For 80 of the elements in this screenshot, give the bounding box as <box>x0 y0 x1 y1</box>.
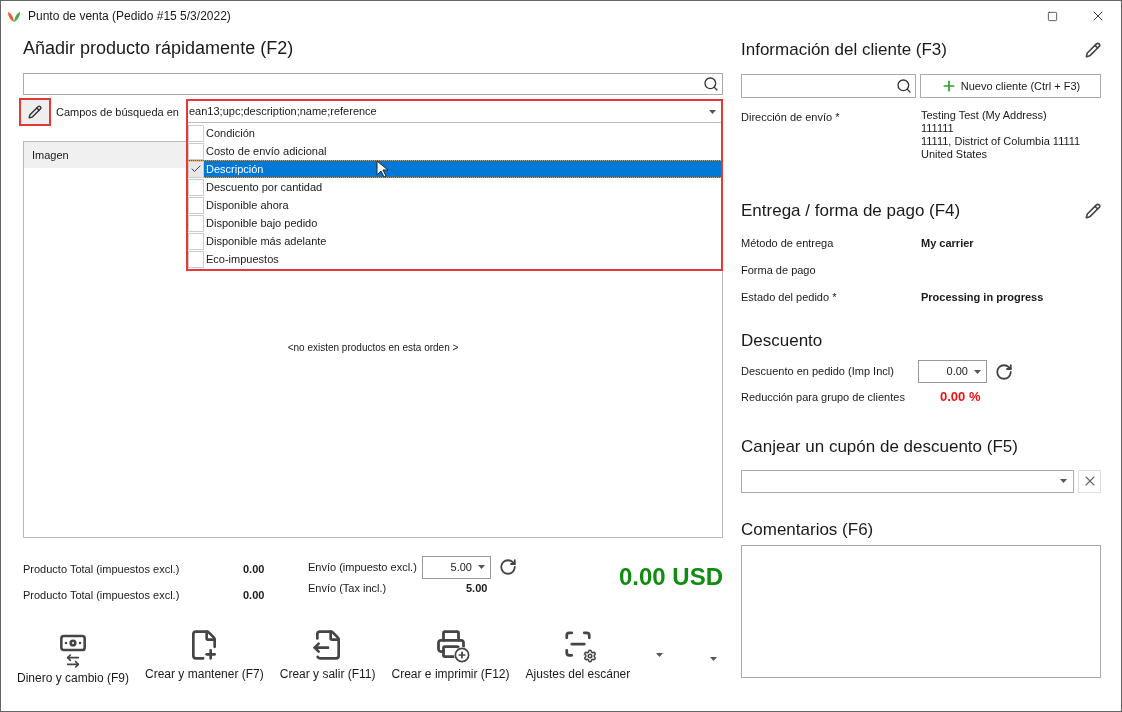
maximize-icon <box>1046 10 1058 22</box>
reduction-value: 0.00 % <box>940 388 981 406</box>
customer-search-field[interactable] <box>741 74 916 98</box>
action-button[interactable]: Crear e imprimir (F12) <box>383 629 518 683</box>
empty-message: <no existen productos en esta orden > <box>287 341 459 355</box>
field-label: Forma de pago <box>741 263 817 279</box>
field-value: Processing in progress <box>921 290 1044 306</box>
option-checkbox[interactable] <box>188 160 204 178</box>
shipping-value: 5.00 <box>466 580 488 596</box>
edit-fields-button[interactable] <box>19 98 51 126</box>
action-button[interactable]: Crear y salir (F11) <box>271 629 384 683</box>
check-icon <box>190 163 202 175</box>
address-line: Testing Test (My Address) <box>921 109 1048 122</box>
dropdown-caret-icon <box>974 369 981 374</box>
dropdown-value: ean13;upc;description;name;reference <box>189 104 378 120</box>
address-line: 111111 <box>921 122 955 135</box>
discount-dropdown[interactable]: 0.00 <box>918 360 987 383</box>
field-option[interactable]: Eco-impuestos <box>188 250 721 268</box>
field-option[interactable]: Condición <box>188 124 721 142</box>
address-line: United States <box>921 148 989 161</box>
leaf-logo-icon <box>7 9 21 23</box>
action-button[interactable]: Dinero y cambio (F9) <box>9 629 138 683</box>
search-icon <box>703 76 719 92</box>
clear-button[interactable] <box>1078 469 1101 493</box>
product-search-field[interactable] <box>23 73 723 95</box>
total-value: 0.00 <box>243 587 265 603</box>
field-label: Estado del pedido * <box>741 290 838 306</box>
action-button[interactable]: Crear y mantener (F7) <box>137 629 272 683</box>
address-line: 11111, District of Columbia 11111 <box>921 135 1081 148</box>
field-option[interactable]: Disponible más adelante <box>188 232 721 250</box>
new-customer-button[interactable]: Nuevo cliente (Ctrl + F3) <box>920 74 1101 98</box>
refresh-icon[interactable] <box>499 558 517 576</box>
shipping-label: Envío (Tax incl.) <box>308 580 388 596</box>
option-checkbox[interactable] <box>188 124 204 142</box>
total-label: Producto Total (impuestos excl.) <box>23 561 181 577</box>
field-option[interactable]: Descuento por cantidad <box>188 178 721 196</box>
option-checkbox[interactable] <box>188 214 204 232</box>
field-option[interactable]: Disponible ahora <box>188 196 721 214</box>
section-title: Canjear un cupón de descuento (F5) <box>741 435 1019 458</box>
section-title: Añadir producto rápidamente (F2) <box>23 37 295 60</box>
option-checkbox[interactable] <box>188 178 204 196</box>
shipping-dropdown[interactable]: 5.00 <box>422 555 491 579</box>
dropdown-caret-icon <box>478 565 485 569</box>
search-fields-dropdown[interactable]: ean13;upc;description;name;reference Condición Costo de envío adicional Descripción Descuento por cantidad Disponible ahora Disponible bajo pedido Disponible más adelante Eco-impuestos <box>186 99 723 271</box>
field-label: Dirección de envío * <box>741 110 841 125</box>
action-button[interactable]: Ajustes del escáner <box>517 629 639 683</box>
section-title: Entrega / forma de pago (F4) <box>741 200 961 223</box>
option-checkbox[interactable] <box>188 196 204 214</box>
dropdown-caret-icon <box>709 109 716 114</box>
edit-icon[interactable] <box>1085 42 1101 58</box>
field-option[interactable]: Disponible bajo pedido <box>188 214 721 232</box>
field-label: Descuento en pedido (Imp Incl) <box>741 364 895 380</box>
option-checkbox[interactable] <box>188 142 204 160</box>
search-icon <box>896 78 912 94</box>
field-value: My carrier <box>921 236 974 252</box>
field-label: Método de entrega <box>741 236 835 252</box>
total-label: Producto Total (impuestos excl.) <box>23 587 181 603</box>
pencil-icon <box>28 105 42 119</box>
column-header[interactable]: Imagen <box>24 146 77 164</box>
field-option[interactable]: Costo de envío adicional <box>188 142 721 160</box>
mouse-pointer-icon <box>376 160 388 178</box>
dropdown-caret-icon <box>1060 479 1067 483</box>
search-fields-label: Campos de búsqueda en <box>56 104 179 120</box>
field-label: Reducción para grupo de clientes <box>741 389 906 405</box>
section-title: Descuento <box>741 330 824 352</box>
window-title: Punto de venta (Pedido #15 5/3/2022) <box>28 8 231 25</box>
field-option[interactable]: Descripción <box>188 160 721 178</box>
grand-total: 0.00 USD <box>618 562 723 592</box>
section-title: Información del cliente (F3) <box>741 39 947 62</box>
edit-icon[interactable] <box>1085 203 1101 219</box>
more-caret-icon <box>710 657 717 661</box>
comments-field[interactable] <box>741 544 1101 678</box>
option-checkbox[interactable] <box>188 232 204 250</box>
option-checkbox[interactable] <box>188 250 204 268</box>
refresh-icon[interactable] <box>995 362 1013 381</box>
coupon-field[interactable] <box>741 469 1074 493</box>
more-caret-icon <box>656 653 664 657</box>
total-value: 0.00 <box>243 561 265 577</box>
shipping-label: Envío (impuesto excl.) <box>308 559 418 575</box>
section-title: Comentarios (F6) <box>741 518 875 541</box>
